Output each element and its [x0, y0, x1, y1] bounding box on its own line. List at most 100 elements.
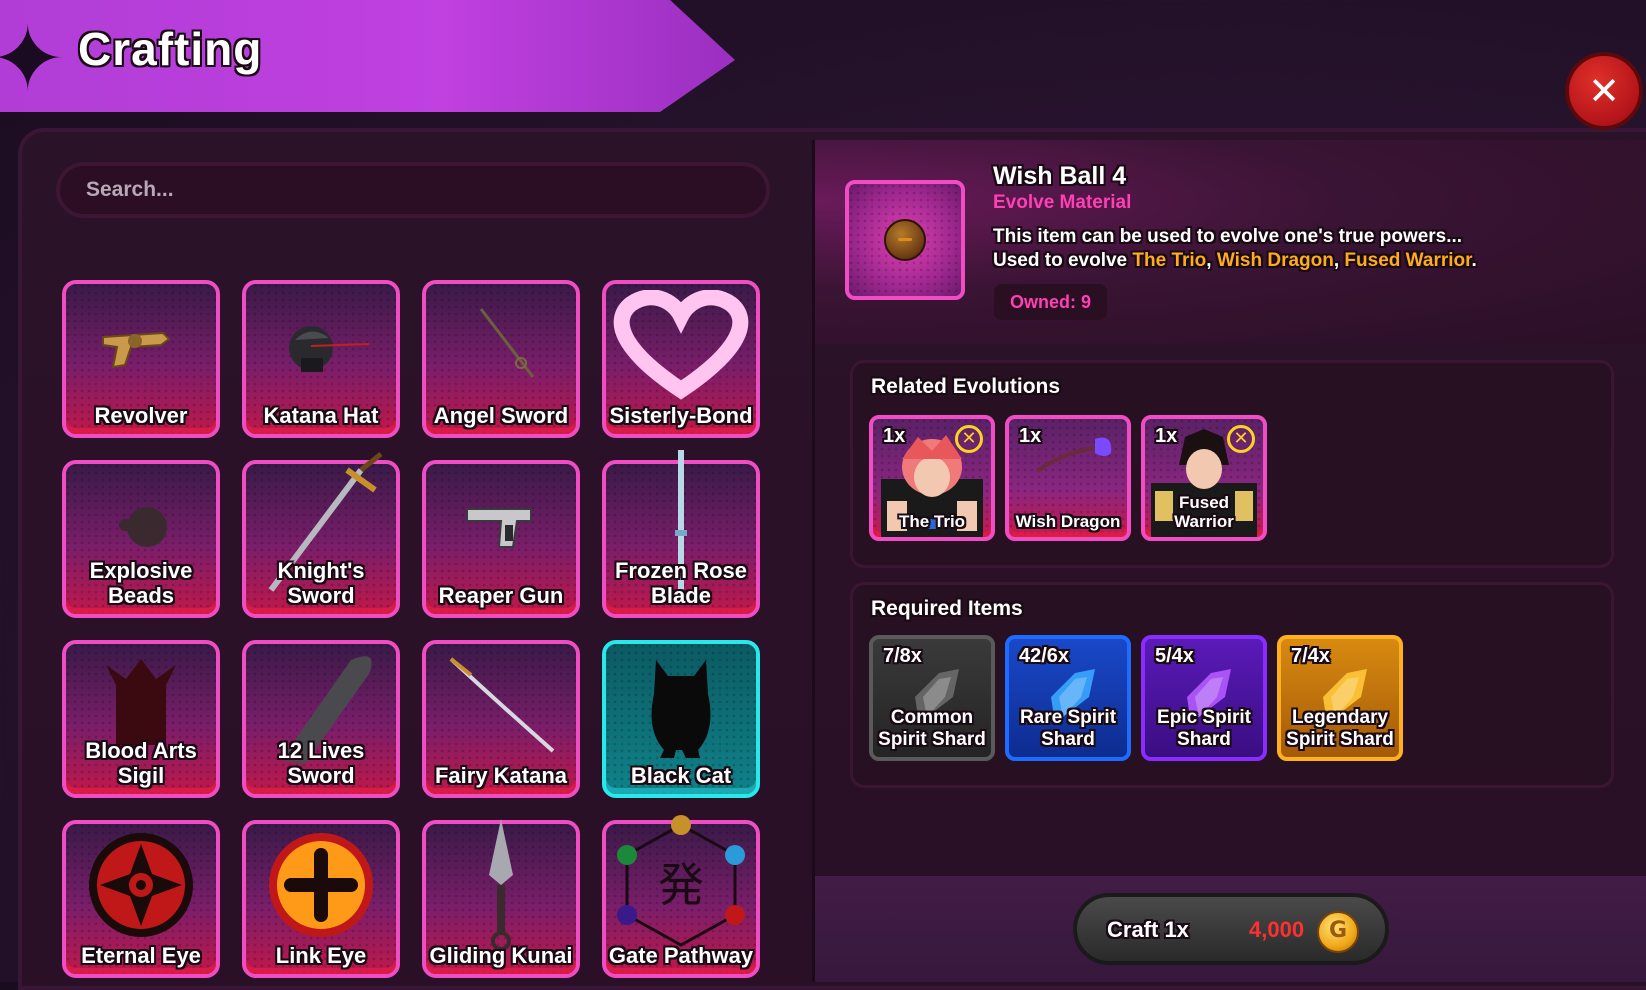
- item-type: Evolve Material: [993, 192, 1132, 213]
- fairy-katana-icon: [426, 657, 576, 753]
- cat-silhouette-icon: [606, 660, 756, 758]
- item-label: Link Eye: [275, 943, 367, 968]
- usage-target: Fused Warrior: [1344, 250, 1472, 271]
- item-label: Gliding Kunai: [429, 943, 573, 968]
- required-item-legendary-spirit-shard[interactable]: 7/4x Legendary Spirit Shard: [1277, 635, 1403, 761]
- item-card-gliding-kunai[interactable]: Gliding Kunai: [422, 819, 580, 978]
- section-title: Related Evolutions: [871, 375, 1061, 398]
- item-label: Katana Hat: [263, 403, 379, 428]
- star-icon: ✦: [0, 7, 66, 112]
- evolution-label: Wish Dragon: [1015, 512, 1121, 531]
- item-card-link-eye[interactable]: Link Eye: [242, 820, 400, 978]
- related-evolutions-panel: Related Evolutions ✕ 1x The Trio 1x Wish…: [850, 360, 1614, 568]
- usage-suffix: .: [1471, 250, 1477, 271]
- item-label: Frozen Rose Blade: [614, 558, 748, 608]
- window-title: Crafting: [78, 23, 263, 75]
- item-grid: Revolver Katana Hat Angel Sword Sisterly-Bo…: [62, 280, 772, 982]
- evolution-card-wish-dragon[interactable]: 1x Wish Dragon: [1005, 415, 1131, 541]
- required-item-rare-spirit-shard[interactable]: 42/6x Rare Spirit Shard: [1005, 635, 1131, 761]
- gate-center-symbol: 発: [658, 858, 704, 912]
- kunai-icon: [426, 819, 576, 951]
- angel-sword-icon: [426, 300, 576, 390]
- evolution-quantity: 1x: [1155, 425, 1178, 447]
- item-card-reaper-gun[interactable]: Reaper Gun: [422, 460, 580, 618]
- usage-prefix: Used to evolve: [993, 250, 1133, 271]
- link-eye-icon: [246, 833, 396, 937]
- section-title: Required Items: [871, 597, 1023, 620]
- craft-price: 4,000: [1249, 917, 1305, 942]
- required-item-label: Common Spirit Shard: [878, 707, 986, 750]
- selected-item-thumbnail: [845, 180, 965, 300]
- required-quantity: 7/8x: [883, 645, 922, 667]
- search-input[interactable]: [56, 162, 770, 218]
- craft-button[interactable]: Craft 1x 4,000 G: [1073, 893, 1389, 965]
- evolution-card-fused-warrior[interactable]: ✕ 1x Fused Warrior: [1141, 415, 1267, 541]
- heart-icon: [606, 290, 756, 400]
- title-banner: ✦ Crafting: [0, 0, 735, 112]
- item-label: Fairy Katana: [434, 763, 568, 788]
- item-label: Gate Pathway: [608, 943, 754, 968]
- evolution-card-the-trio[interactable]: ✕ 1x The Trio: [869, 415, 995, 541]
- item-label: Explosive Beads: [89, 558, 193, 608]
- gold-coin-icon: G: [1317, 911, 1359, 953]
- item-label: Reaper Gun: [438, 583, 564, 608]
- item-label: Sisterly-Bond: [609, 403, 753, 428]
- item-label: Knight's Sword: [277, 558, 365, 608]
- crossed-swords-badge-icon: ✕: [955, 425, 983, 453]
- required-quantity: 7/4x: [1291, 645, 1330, 667]
- item-card-katana-hat[interactable]: Katana Hat: [242, 280, 400, 438]
- knight-sword-icon: [246, 452, 396, 592]
- required-item-label: Rare Spirit Shard: [1019, 707, 1117, 750]
- item-card-eternal-eye[interactable]: Eternal Eye: [62, 820, 220, 978]
- item-card-gate-pathway[interactable]: 発 Gate Pathway: [602, 815, 760, 978]
- owned-count-badge: Owned: 9: [994, 284, 1108, 320]
- item-label: 12 Lives Sword: [277, 738, 365, 788]
- item-label: Eternal Eye: [81, 943, 201, 968]
- blood-sigil-icon: [66, 659, 216, 750]
- pistol-icon: [426, 480, 576, 570]
- evolution-label: Fused Warrior: [1174, 493, 1234, 531]
- item-label: Revolver: [94, 403, 188, 428]
- frozen-blade-icon: [606, 450, 756, 600]
- evolution-quantity: 1x: [1019, 425, 1042, 447]
- required-item-epic-spirit-shard[interactable]: 5/4x Epic Spirit Shard: [1141, 635, 1267, 761]
- evolution-quantity: 1x: [883, 425, 906, 447]
- usage-target: The Trio: [1132, 250, 1207, 271]
- gate-pathway-icon: 発: [606, 815, 756, 947]
- item-card-black-cat[interactable]: Black Cat: [602, 640, 760, 798]
- revolver-icon: [66, 300, 216, 390]
- item-card-blood-arts-sigil[interactable]: Blood Arts Sigil: [62, 640, 220, 798]
- item-label: Angel Sword: [433, 403, 569, 428]
- item-description: This item can be used to evolve one's tr…: [993, 226, 1463, 247]
- cleaver-sword-icon: [246, 656, 396, 764]
- beads-icon: [66, 480, 216, 570]
- required-item-common-spirit-shard[interactable]: 7/8x Common Spirit Shard: [869, 635, 995, 761]
- required-items-panel: Required Items 7/8x Common Spirit Shard 42…: [850, 582, 1614, 788]
- crossed-swords-badge-icon: ✕: [1227, 425, 1255, 453]
- usage-separator: ,: [1206, 250, 1217, 271]
- item-card-fairy-katana[interactable]: Fairy Katana: [422, 640, 580, 798]
- evolution-label: The Trio: [898, 512, 966, 531]
- katana-hat-icon: [246, 300, 396, 390]
- item-card-knight-s-sword[interactable]: Knight's Sword: [242, 452, 400, 618]
- item-card-12-lives-sword[interactable]: 12 Lives Sword: [242, 640, 400, 798]
- item-usage: Used to evolve The Trio, Wish Dragon, Fu…: [993, 250, 1477, 272]
- item-name: Wish Ball 4: [993, 162, 1127, 190]
- eternal-eye-icon: [66, 833, 216, 937]
- required-item-label: Epic Spirit Shard: [1157, 707, 1251, 750]
- usage-target: Wish Dragon: [1216, 250, 1334, 271]
- item-label: Black Cat: [630, 763, 732, 788]
- close-button[interactable]: ✕: [1565, 52, 1643, 130]
- item-card-frozen-rose-blade[interactable]: Frozen Rose Blade: [602, 450, 760, 618]
- usage-separator: ,: [1333, 250, 1345, 271]
- item-card-angel-sword[interactable]: Angel Sword: [422, 280, 580, 438]
- item-card-revolver[interactable]: Revolver: [62, 280, 220, 438]
- item-card-explosive-beads[interactable]: Explosive Beads: [62, 460, 220, 618]
- required-quantity: 5/4x: [1155, 645, 1194, 667]
- required-item-label: Legendary Spirit Shard: [1286, 707, 1394, 750]
- close-icon: ✕: [1588, 69, 1620, 113]
- wish-ball-icon: [884, 219, 926, 261]
- item-label: Blood Arts Sigil: [85, 738, 197, 788]
- required-quantity: 42/6x: [1019, 645, 1070, 667]
- item-card-sisterly-bond[interactable]: Sisterly-Bond: [602, 280, 760, 438]
